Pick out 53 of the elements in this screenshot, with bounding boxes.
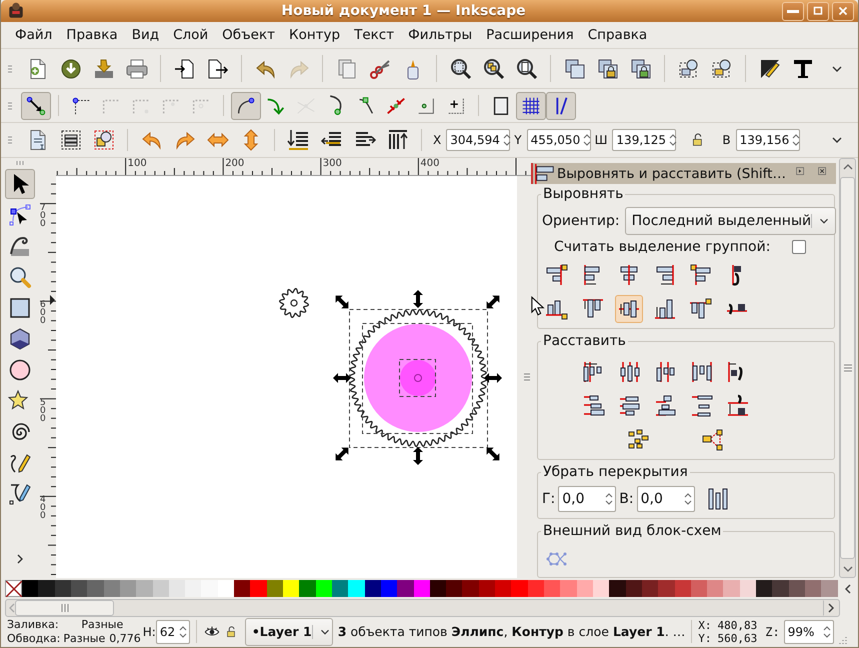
ruler-label: 200 [225,158,244,169]
field-label: Ш [594,133,608,147]
stroke-label: Обводка: [7,632,60,645]
ruler-label: 500 [40,398,47,423]
menu-item[interactable]: Объект [215,25,282,45]
number-field[interactable]: 455,050 [526,129,591,151]
coordinate-value: 480,83 [718,618,758,632]
menu-item[interactable]: Слой [166,25,216,45]
field-label: Г: [542,491,556,507]
fill-label: Заливка: [7,618,60,631]
menu-item[interactable]: Правка [59,25,125,45]
number-field[interactable]: 0,0 [558,486,616,512]
number-field[interactable]: 139,156 [736,129,800,151]
field-label: Y [514,133,522,147]
menu-item[interactable]: Контур [282,25,348,45]
field-label: В: [619,491,634,507]
group-label: Выровнять [541,185,626,203]
menu-item[interactable]: Вид [124,25,166,45]
coordinate-label: Y: [698,632,712,644]
field-label: В [722,133,731,147]
menu-item[interactable]: Файл [8,25,60,45]
coordinate-label: X: [698,618,712,632]
number-field[interactable]: 139,125 [612,129,676,151]
group-label: Убрать перекрытия [541,463,690,481]
status-message: 3 объекта типов Эллипс, Контур в слое Layer 1. … [338,624,686,639]
field-label: Ориентир: [542,213,620,229]
layer-dropdown[interactable]: •Layer 1 [244,618,333,646]
coordinate-value: 560,63 [718,632,758,644]
window-title: Новый документ 1 — Inkscape [280,3,527,19]
menu-item[interactable]: Фильтры [401,25,480,45]
ruler-label: 400 [40,496,47,520]
group-label: Внешний вид блок-схем [541,522,724,540]
panel-title: Выровнять и расставить (Shift… [557,166,787,182]
ruler-label: 300 [322,158,342,169]
checkbox-label: Считать выделение группой: [554,239,770,255]
stroke-value: Разные [63,632,106,645]
field-label: X [433,133,442,147]
fill-value: Разные [80,618,124,631]
menu-item[interactable]: Справка [580,25,654,45]
relative-to-dropdown[interactable]: Последний выделенный [624,207,836,235]
opacity-field[interactable]: 62 [156,620,190,644]
number-field[interactable]: 304,594 [446,129,510,151]
ruler-label: 400 [420,158,440,169]
zoom-field[interactable]: 99% [784,620,834,644]
opacity-label: Н: [142,624,156,638]
ruler-label: 100 [128,158,147,169]
menu-item[interactable]: Расширения [479,25,581,45]
ruler-label: 600 [40,301,47,326]
stroke-width-value: 0,776 [109,632,141,645]
zoom-label: Z: [765,624,780,638]
ruler-label: 700 [40,204,47,228]
number-field[interactable]: 0,0 [636,486,695,512]
menu-item[interactable]: Текст [347,25,402,45]
